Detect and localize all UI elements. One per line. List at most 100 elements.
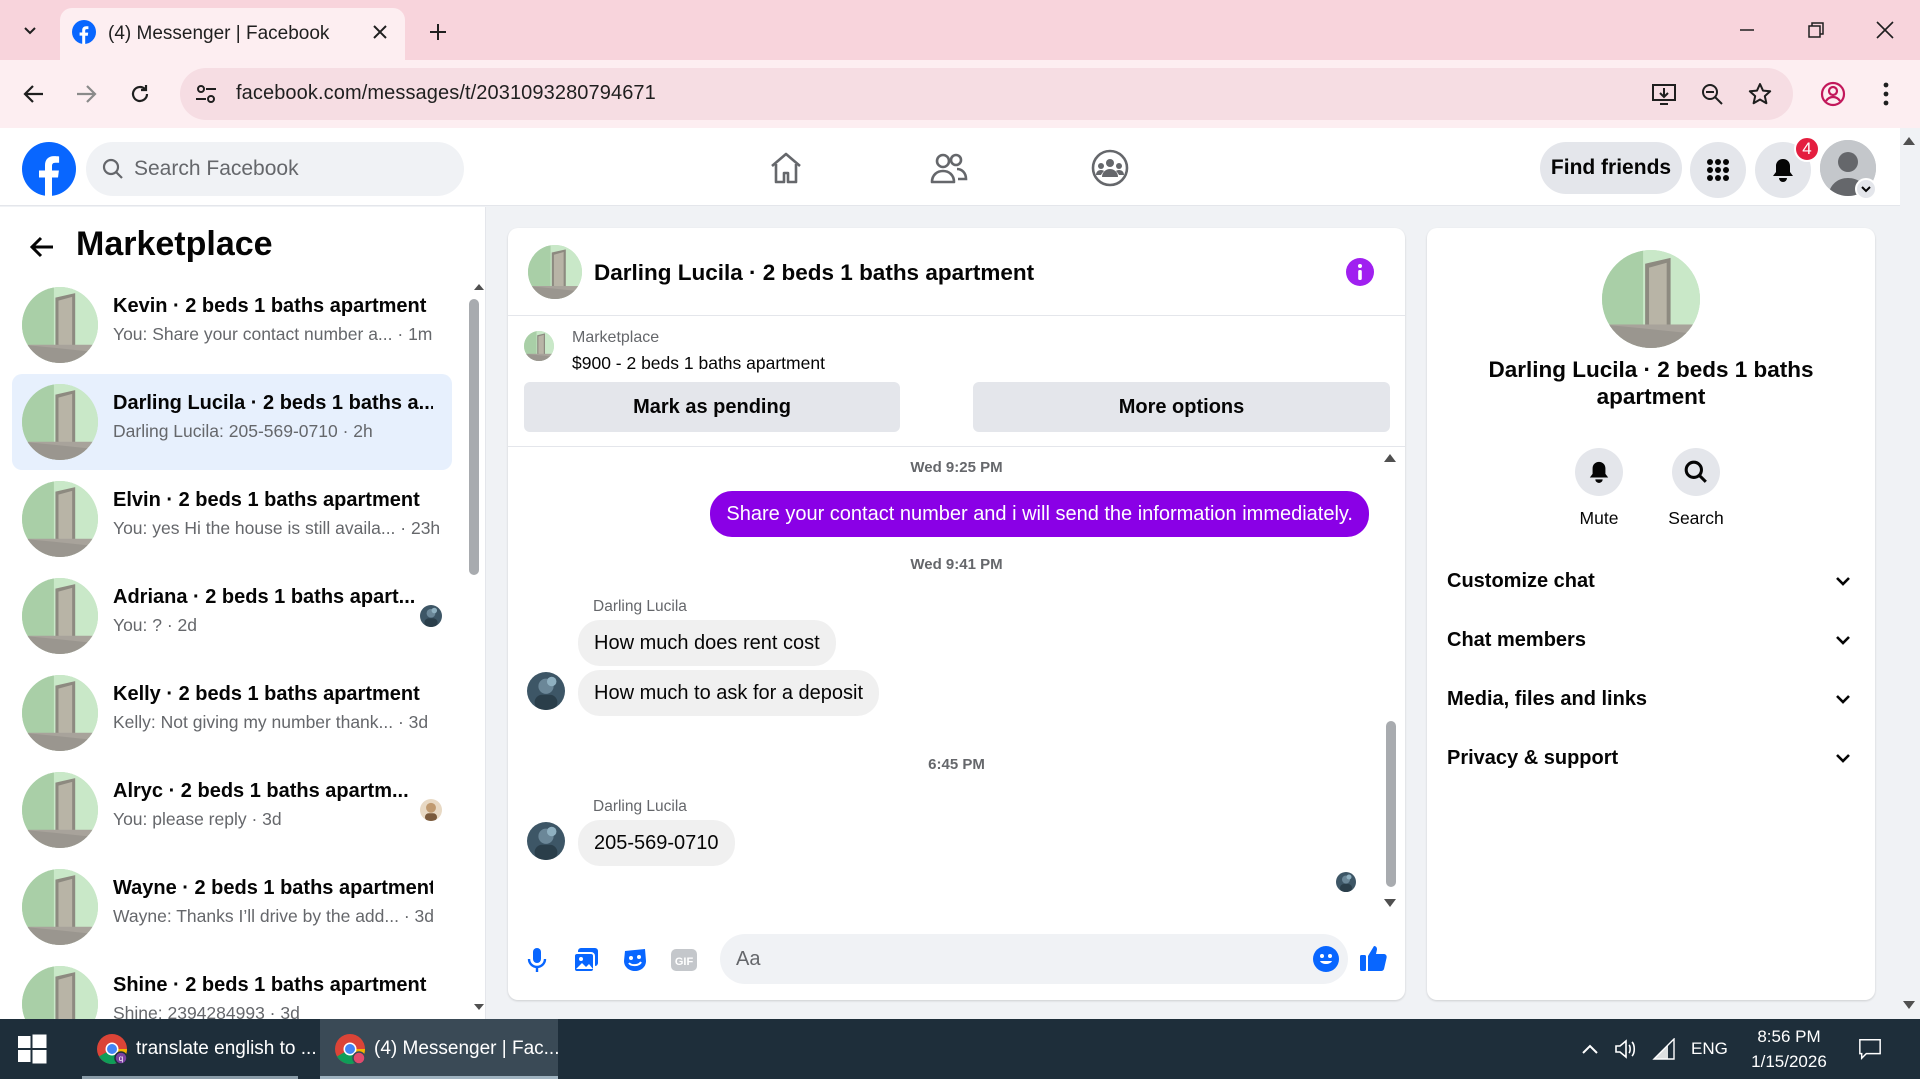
info-icon bbox=[1358, 264, 1362, 280]
new-tab-button[interactable] bbox=[420, 14, 456, 50]
taskbar-clock-time[interactable]: 8:56 PM bbox=[1744, 1027, 1834, 1047]
message-timestamp: Wed 9:25 PM bbox=[910, 459, 1003, 476]
customize-chat-section[interactable]: Customize chat bbox=[1447, 553, 1855, 609]
incoming-message[interactable]: How much to ask for a deposit bbox=[578, 670, 880, 716]
account-dropdown-button[interactable] bbox=[1855, 178, 1877, 200]
restore-window-button[interactable] bbox=[1789, 8, 1843, 52]
send-like-button[interactable] bbox=[1358, 942, 1390, 974]
mark-as-pending-button[interactable]: Mark as pending bbox=[524, 382, 900, 432]
conversation-item[interactable]: Wayne · 2 beds 1 baths apartment Wayne: … bbox=[12, 859, 452, 955]
install-app-button[interactable] bbox=[1650, 80, 1678, 108]
zoom-button[interactable] bbox=[1698, 80, 1726, 108]
conversation-name: Wayne · 2 beds 1 baths apartment bbox=[113, 877, 433, 899]
conversation-item[interactable]: Shine · 2 beds 1 baths apartment Shine: … bbox=[12, 956, 452, 1019]
chat-scroll-down-arrow[interactable] bbox=[1383, 898, 1397, 908]
friends-nav-button[interactable] bbox=[927, 146, 971, 190]
groups-nav-button[interactable] bbox=[1088, 146, 1132, 190]
details-listing-avatar[interactable] bbox=[1602, 250, 1700, 348]
sender-avatar[interactable] bbox=[527, 822, 565, 860]
conversation-list: Kevin · 2 beds 1 baths apartment You: Sh… bbox=[0, 277, 470, 1019]
triangle-down-icon bbox=[1384, 899, 1396, 907]
browser-menu-button[interactable] bbox=[1866, 74, 1906, 114]
address-bar[interactable]: facebook.com/messages/t/2031093280794671 bbox=[180, 68, 1793, 120]
voice-clip-button[interactable] bbox=[521, 944, 553, 976]
chat-scroll-up-arrow[interactable] bbox=[1383, 453, 1397, 463]
mute-button[interactable] bbox=[1575, 448, 1623, 496]
back-to-chats-button[interactable] bbox=[24, 229, 60, 265]
listing-price-title[interactable]: $900 - 2 beds 1 baths apartment bbox=[572, 353, 825, 374]
listing-avatar bbox=[22, 578, 98, 654]
media-files-links-section[interactable]: Media, files and links bbox=[1447, 671, 1855, 727]
menu-grid-icon bbox=[1707, 159, 1729, 181]
conversation-item[interactable]: Alryc · 2 beds 1 baths apartm... You: pl… bbox=[12, 762, 452, 858]
notification-center-button[interactable] bbox=[1858, 1037, 1882, 1061]
page-scroll-down-arrow[interactable] bbox=[1902, 1000, 1916, 1010]
taskbar-item-messenger[interactable]: (4) Messenger | Fac... bbox=[320, 1019, 560, 1079]
incoming-message[interactable]: How much does rent cost bbox=[578, 620, 836, 666]
windows-start-icon[interactable] bbox=[16, 1033, 48, 1065]
chat-scroll-thumb[interactable] bbox=[1386, 721, 1396, 887]
emoji-icon[interactable] bbox=[1312, 945, 1340, 973]
taskbar-item-label: (4) Messenger | Fac... bbox=[374, 1038, 560, 1059]
conversation-info-button[interactable] bbox=[1346, 258, 1374, 286]
chat-members-section[interactable]: Chat members bbox=[1447, 612, 1855, 668]
message-input-box[interactable] bbox=[720, 934, 1348, 984]
chat-listing-avatar[interactable] bbox=[528, 245, 582, 299]
facebook-search-box[interactable] bbox=[86, 142, 464, 196]
taskbar-clock-date[interactable]: 1/15/2026 bbox=[1738, 1052, 1840, 1072]
url-text[interactable]: facebook.com/messages/t/2031093280794671 bbox=[236, 82, 656, 105]
more-options-button[interactable]: More options bbox=[973, 382, 1390, 432]
mute-action[interactable]: Mute bbox=[1554, 448, 1644, 529]
bookmark-star-button[interactable] bbox=[1746, 80, 1774, 108]
back-button[interactable] bbox=[14, 74, 54, 114]
taskbar-item-translate[interactable]: q translate english to ... bbox=[82, 1019, 317, 1079]
close-window-button[interactable] bbox=[1858, 8, 1912, 52]
search-in-conversation-button[interactable] bbox=[1672, 448, 1720, 496]
triangle-up-icon bbox=[474, 284, 484, 290]
search-input[interactable] bbox=[134, 142, 444, 196]
sticker-icon bbox=[624, 949, 646, 971]
sender-avatar[interactable] bbox=[527, 672, 565, 710]
attach-photo-button[interactable] bbox=[570, 944, 602, 976]
minimize-window-button[interactable] bbox=[1720, 8, 1774, 52]
chevron-down-icon bbox=[1861, 186, 1871, 193]
privacy-support-section[interactable]: Privacy & support bbox=[1447, 730, 1855, 786]
find-friends-button[interactable]: Find friends bbox=[1540, 142, 1682, 194]
sticker-button[interactable] bbox=[619, 944, 651, 976]
tab-search-dropdown-button[interactable] bbox=[10, 12, 50, 48]
browser-tab-messenger[interactable]: (4) Messenger | Facebook bbox=[60, 8, 405, 60]
close-icon bbox=[373, 25, 387, 39]
zoom-out-icon bbox=[1702, 84, 1723, 105]
chevron-down-icon bbox=[1831, 687, 1855, 711]
network-button[interactable] bbox=[1652, 1037, 1676, 1061]
input-language-indicator[interactable]: ENG bbox=[1691, 1039, 1728, 1059]
profile-button[interactable] bbox=[1813, 74, 1853, 114]
arrow-right-icon bbox=[77, 85, 97, 103]
incoming-message[interactable]: 205-569-0710 bbox=[578, 820, 735, 866]
tab-close-button[interactable] bbox=[369, 21, 391, 43]
page-scroll-up-arrow[interactable] bbox=[1902, 136, 1916, 146]
listing-avatar bbox=[22, 869, 98, 945]
conversation-list-scroll-thumb[interactable] bbox=[469, 299, 479, 575]
message-input[interactable] bbox=[736, 934, 1296, 984]
site-info-tune-icon[interactable] bbox=[194, 82, 218, 106]
conversation-item[interactable]: Elvin · 2 beds 1 baths apartment You: ye… bbox=[12, 471, 452, 567]
forward-button[interactable] bbox=[66, 74, 106, 114]
listing-thumbnail[interactable] bbox=[524, 331, 554, 361]
chat-title[interactable]: Darling Lucila · 2 beds 1 baths apartmen… bbox=[594, 260, 1034, 286]
facebook-logo-icon[interactable] bbox=[22, 142, 76, 196]
message-sender-name: Darling Lucila bbox=[593, 798, 687, 815]
conversation-item[interactable]: Kelly · 2 beds 1 baths apartment Kelly: … bbox=[12, 665, 452, 761]
gif-button[interactable]: GIF bbox=[668, 944, 700, 976]
conversation-item[interactable]: Adriana · 2 beds 1 baths apart... You: ?… bbox=[12, 568, 452, 664]
close-icon bbox=[1876, 21, 1894, 39]
reload-button[interactable] bbox=[120, 74, 160, 114]
conversation-item[interactable]: Darling Lucila · 2 beds 1 baths a... Dar… bbox=[12, 374, 452, 470]
volume-button[interactable] bbox=[1614, 1037, 1638, 1061]
search-in-conversation-action[interactable]: Search bbox=[1651, 448, 1741, 529]
home-nav-button[interactable] bbox=[764, 146, 808, 190]
outgoing-message[interactable]: Share your contact number and i will sen… bbox=[710, 491, 1369, 537]
conversation-item[interactable]: Kevin · 2 beds 1 baths apartment You: Sh… bbox=[12, 277, 452, 373]
menu-button[interactable] bbox=[1690, 142, 1746, 198]
show-hidden-icons-button[interactable] bbox=[1578, 1037, 1602, 1061]
